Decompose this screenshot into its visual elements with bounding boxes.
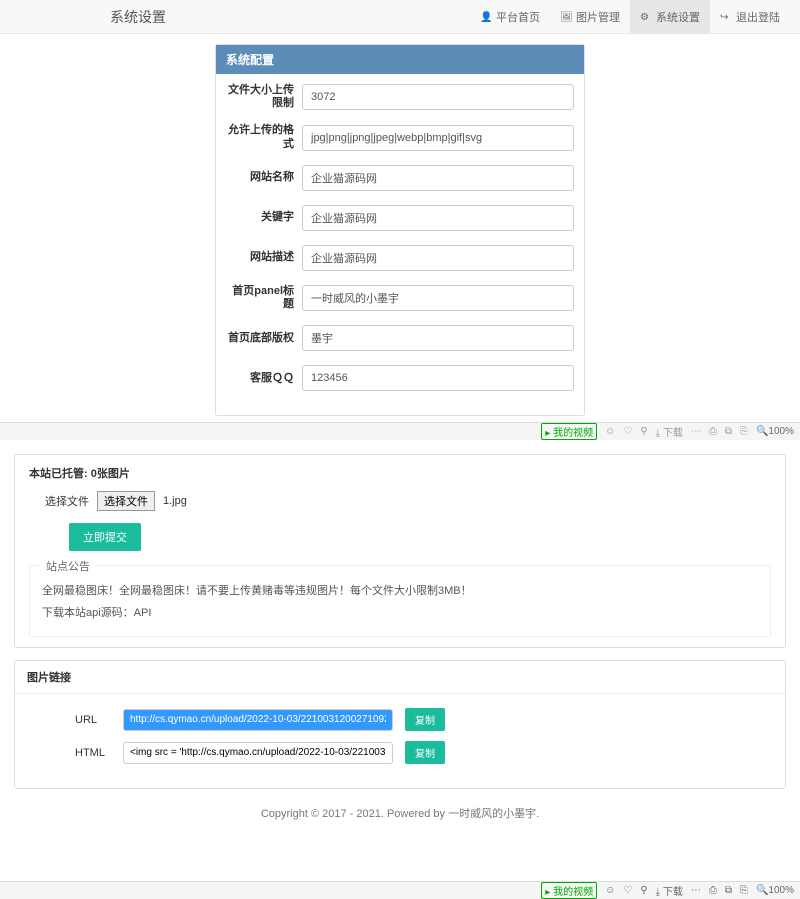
download-icon[interactable]: ⤓ 下载 — [656, 424, 683, 439]
label-footer: 首页底部版权 — [226, 332, 294, 345]
navbar: 系统设置 平台首页 图片管理 系统设置 退出登陆 — [0, 0, 800, 34]
nav-images[interactable]: 图片管理 — [550, 0, 630, 34]
links-header: 图片链接 — [15, 661, 785, 694]
screenshot-toolbar-bottom: ▸ 我的视频 ☺ ♡ ⚲ ⤓ 下载 ⋯ ⎙ ⧉ ⎘ 🔍100% — [0, 881, 800, 899]
input-keywords[interactable] — [302, 205, 574, 231]
input-filesize[interactable] — [302, 84, 574, 110]
hosted-count: 本站已托管: 0张图片 — [29, 465, 771, 481]
printer-icon[interactable]: ⎙ — [709, 426, 717, 437]
html-label: HTML — [75, 747, 111, 759]
nav-settings[interactable]: 系统设置 — [630, 0, 710, 34]
badge-myvideo-2[interactable]: ▸ 我的视频 — [541, 882, 597, 899]
label-paneltitle: 首页panel标题 — [226, 285, 294, 311]
input-footer[interactable] — [302, 325, 574, 351]
input-sitename[interactable] — [302, 165, 574, 191]
panel-title: 系统配置 — [216, 45, 584, 74]
copy-url-button[interactable]: 复制 — [405, 708, 445, 731]
input-qq[interactable] — [302, 365, 574, 391]
zoom-level[interactable]: 🔍100% — [756, 426, 794, 437]
page-title: 系统设置 — [110, 7, 166, 27]
image-icon — [560, 11, 572, 23]
submit-button[interactable]: 立即提交 — [69, 523, 141, 551]
clipboard-icon-2[interactable]: ⎘ — [740, 885, 748, 896]
upload-card: 本站已托管: 0张图片 选择文件 选择文件 1.jpg 立即提交 站点公告 全网… — [14, 454, 786, 648]
url-label: URL — [75, 714, 111, 726]
nav-logout[interactable]: 退出登陆 — [710, 0, 790, 34]
nav-home[interactable]: 平台首页 — [470, 0, 550, 34]
copy-icon-2[interactable]: ⧉ — [725, 885, 732, 896]
smiley-icon[interactable]: ☺ — [605, 426, 615, 437]
input-formats[interactable] — [302, 125, 574, 151]
chosen-filename: 1.jpg — [163, 495, 187, 507]
label-qq: 客服ＱＱ — [226, 372, 294, 385]
links-card: 图片链接 URL 复制 HTML 复制 — [14, 660, 786, 789]
download-icon-2[interactable]: ⤓ 下载 — [656, 883, 683, 898]
zoom-level-2[interactable]: 🔍100% — [756, 885, 794, 896]
notice-line-2: 下载本站api源码：API — [42, 604, 758, 620]
copy-html-button[interactable]: 复制 — [405, 741, 445, 764]
label-filesize: 文件大小上传限制 — [226, 84, 294, 110]
pin-icon-2[interactable]: ⚲ — [640, 885, 647, 896]
copy-icon[interactable]: ⧉ — [725, 426, 732, 437]
clipboard-icon[interactable]: ⎘ — [740, 426, 748, 437]
label-sitedesc: 网站描述 — [226, 251, 294, 264]
notice-box: 站点公告 全网最稳图床！全网最稳图床！请不要上传黄赌毒等违规图片！每个文件大小限… — [29, 565, 771, 637]
user-icon — [480, 11, 492, 23]
shield-icon-2[interactable]: ♡ — [623, 885, 632, 896]
label-keywords: 关键字 — [226, 211, 294, 224]
select-file-label: 选择文件 — [45, 493, 89, 509]
badge-myvideo[interactable]: ▸ 我的视频 — [541, 423, 597, 440]
html-input[interactable] — [123, 742, 393, 764]
ellipsis-icon-2[interactable]: ⋯ — [691, 885, 701, 896]
ellipsis-icon[interactable]: ⋯ — [691, 426, 701, 437]
smiley-icon-2[interactable]: ☺ — [605, 885, 615, 896]
label-sitename: 网站名称 — [226, 171, 294, 184]
pin-icon[interactable]: ⚲ — [640, 426, 647, 437]
notice-line-1: 全网最稳图床！全网最稳图床！请不要上传黄赌毒等违规图片！每个文件大小限制3MB！ — [42, 582, 758, 598]
input-paneltitle[interactable] — [302, 285, 574, 311]
footer-text: Copyright © 2017 - 2021. Powered by 一时威风… — [14, 797, 786, 881]
printer-icon-2[interactable]: ⎙ — [709, 885, 717, 896]
input-sitedesc[interactable] — [302, 245, 574, 271]
logout-icon — [720, 11, 732, 23]
gear-icon — [640, 11, 652, 23]
settings-panel: 系统配置 文件大小上传限制 允许上传的格式 网站名称 关键字 网站描述 首页pa… — [215, 44, 585, 416]
label-formats: 允许上传的格式 — [226, 124, 294, 150]
choose-file-button[interactable]: 选择文件 — [97, 491, 155, 511]
url-input[interactable] — [123, 709, 393, 731]
notice-title: 站点公告 — [40, 558, 96, 574]
shield-icon[interactable]: ♡ — [623, 426, 632, 437]
screenshot-toolbar-top: ▸ 我的视频 ☺ ♡ ⚲ ⤓ 下载 ⋯ ⎙ ⧉ ⎘ 🔍100% — [0, 422, 800, 440]
